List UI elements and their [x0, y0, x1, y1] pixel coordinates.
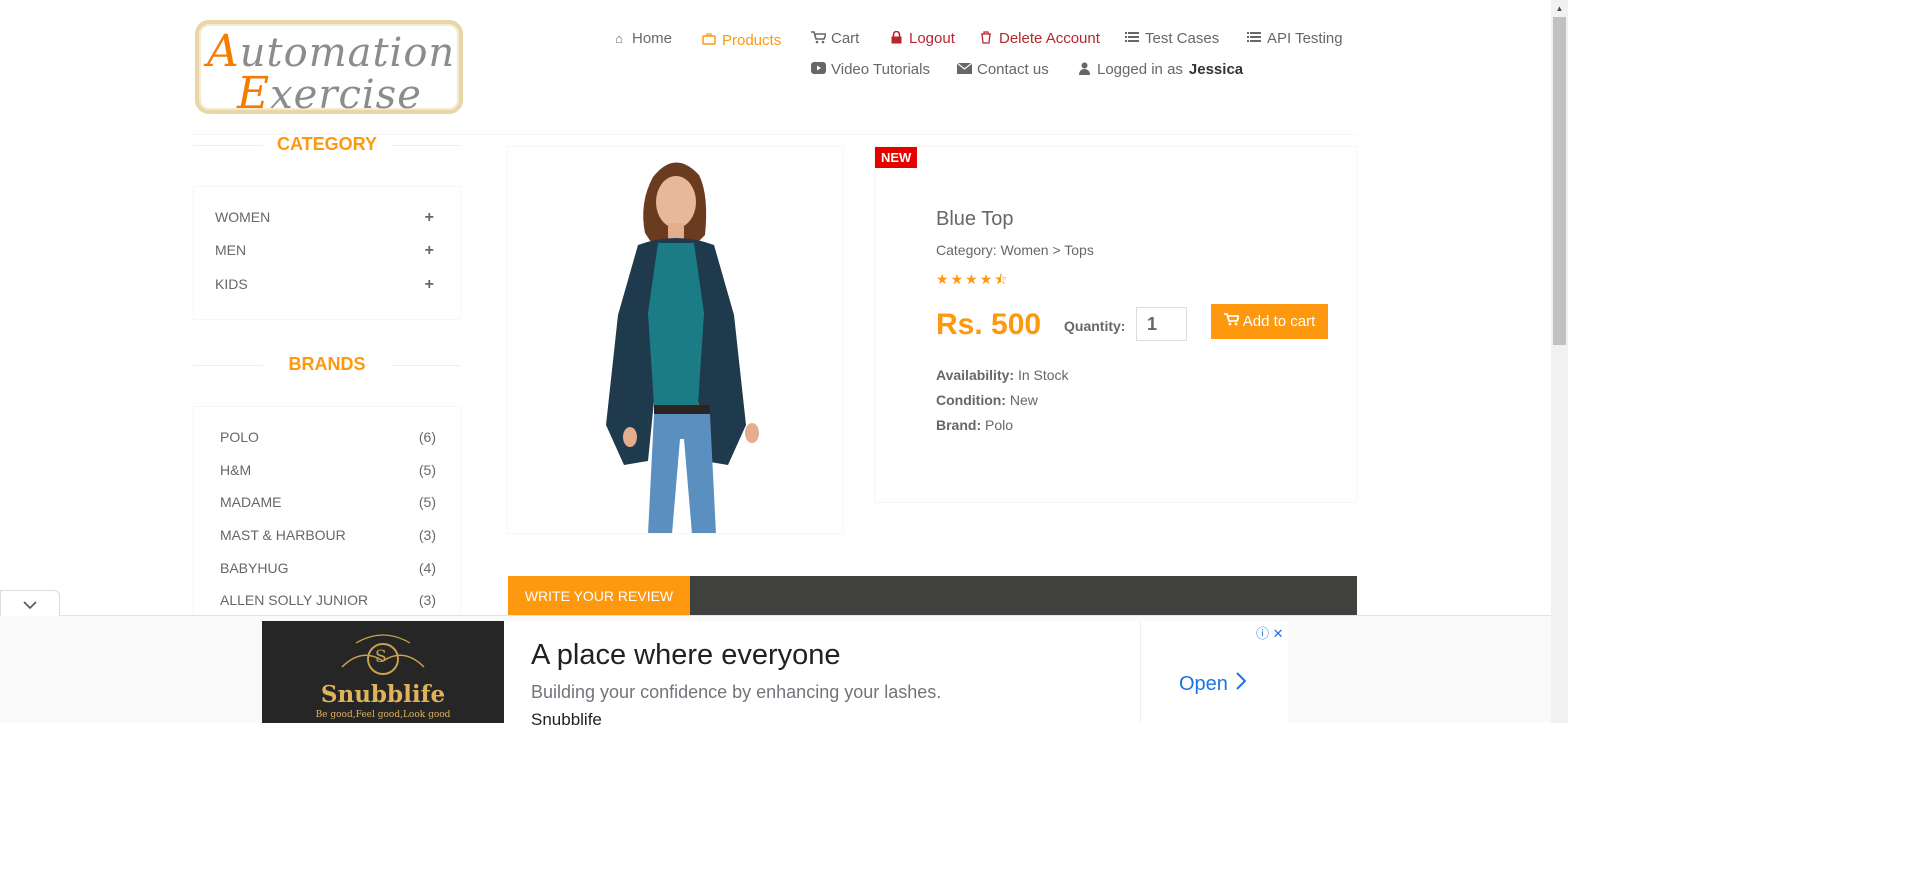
list-icon	[1125, 31, 1139, 46]
list-icon	[1247, 31, 1261, 46]
youtube-play-icon	[811, 62, 826, 77]
user-icon	[1077, 62, 1091, 78]
brands-title: BRANDS	[193, 354, 461, 375]
tab-write-your-review[interactable]: WRITE YOUR REVIEW	[508, 576, 690, 616]
nav-home[interactable]: ⌂ Home	[612, 30, 672, 47]
envelope-icon	[956, 62, 973, 77]
star-icon: ★	[979, 271, 995, 287]
product-category: Category: Women > Tops	[936, 242, 1094, 258]
lock-icon	[889, 30, 903, 47]
ad-logo-tagline: Be good,Feel good,Look good	[315, 710, 451, 720]
brand-item-allen-solly-junior[interactable]: ALLEN SOLLY JUNIOR (3)	[220, 592, 436, 608]
category-panel: WOMEN + MEN + KIDS +	[193, 186, 461, 320]
category-item-kids[interactable]: KIDS +	[215, 276, 434, 294]
category-item-women[interactable]: WOMEN +	[215, 209, 434, 227]
category-item-men[interactable]: MEN +	[215, 242, 434, 260]
plus-icon[interactable]: +	[425, 209, 434, 227]
trash-icon	[979, 30, 993, 47]
site-logo[interactable]: Automation Exercise	[195, 20, 463, 119]
brand-item-mast-harbour[interactable]: MAST & HARBOUR (3)	[220, 527, 436, 543]
brand-item-madame[interactable]: MADAME (5)	[220, 494, 436, 510]
home-icon: ⌂	[615, 31, 623, 46]
nav-delete-account[interactable]: Delete Account	[979, 30, 1100, 47]
nav-logged-in-as: Logged in as Jessica	[1077, 61, 1243, 78]
logo-line-2: Exercise	[237, 68, 422, 119]
nav-contact-us[interactable]: Contact us	[956, 61, 1049, 78]
plus-icon[interactable]: +	[425, 276, 434, 294]
star-icon: ★	[965, 271, 980, 287]
nav-products[interactable]: Products	[702, 32, 781, 49]
brand-item-polo[interactable]: POLO (6)	[220, 429, 436, 445]
username: Jessica	[1188, 61, 1244, 78]
chevron-down-icon	[23, 596, 37, 612]
ad-subtitle: Building your confidence by enhancing yo…	[531, 682, 942, 702]
ad-choices-icons[interactable]: ⓘ ✕	[1256, 623, 1284, 642]
product-price: Rs. 500	[936, 308, 1042, 341]
brand-item-hm[interactable]: H&M (5)	[220, 462, 436, 478]
nav-api-testing[interactable]: API Testing	[1247, 30, 1343, 47]
star-icon: ★	[936, 271, 951, 287]
quantity-input[interactable]	[1136, 307, 1187, 341]
nav-test-cases[interactable]: Test Cases	[1125, 30, 1219, 47]
info-icon[interactable]: ⓘ	[1256, 626, 1269, 641]
shopping-cart-icon	[811, 30, 828, 47]
rating-stars: ★★★★⯪	[936, 269, 1010, 293]
add-to-cart-button[interactable]: Add to cart	[1211, 304, 1328, 339]
shopping-cart-icon	[1223, 313, 1241, 330]
ad-logo-name: Snubblife	[320, 681, 446, 708]
product-name: Blue Top	[936, 208, 1014, 230]
briefcase-icon	[702, 33, 716, 48]
ad-open-button[interactable]: Open	[1179, 672, 1247, 696]
condition: Condition: New	[936, 392, 1038, 408]
brands-panel: POLO (6) H&M (5) MADAME (5) MAST & HARBOUR(…	[193, 406, 461, 618]
scroll-up-arrow-icon[interactable]: ▲	[1551, 0, 1568, 17]
nav-cart[interactable]: Cart	[811, 30, 859, 47]
brand-item-babyhug[interactable]: BABYHUG (4)	[220, 560, 436, 576]
scrollbar-thumb[interactable]	[1553, 17, 1566, 345]
nav-logout[interactable]: Logout	[889, 30, 955, 47]
new-badge: NEW	[875, 147, 918, 168]
ad-banner[interactable]: S Snubblife Be good,Feel good,Look good …	[262, 621, 1288, 729]
chevron-right-icon	[1236, 672, 1247, 696]
availability: Availability: In Stock	[936, 367, 1069, 383]
plus-icon[interactable]: +	[425, 242, 434, 260]
close-icon[interactable]: ✕	[1273, 626, 1284, 641]
ad-advertiser: Snubblife	[531, 710, 602, 729]
quantity-label: Quantity:	[1064, 318, 1126, 334]
ad-title[interactable]: A place where everyone	[531, 639, 841, 672]
star-icon: ★	[950, 271, 966, 287]
product-image	[507, 146, 844, 534]
ad-brand-image: S Snubblife Be good,Feel good,Look good	[262, 621, 504, 723]
category-title: CATEGORY	[193, 134, 461, 155]
nav-video-tutorials[interactable]: Video Tutorials	[811, 61, 930, 78]
collapse-ad-button[interactable]	[0, 590, 60, 616]
ad-logo-monogram: S	[375, 647, 387, 667]
star-half-icon: ⯪	[994, 271, 1010, 287]
brand: Brand: Polo	[936, 417, 1014, 433]
